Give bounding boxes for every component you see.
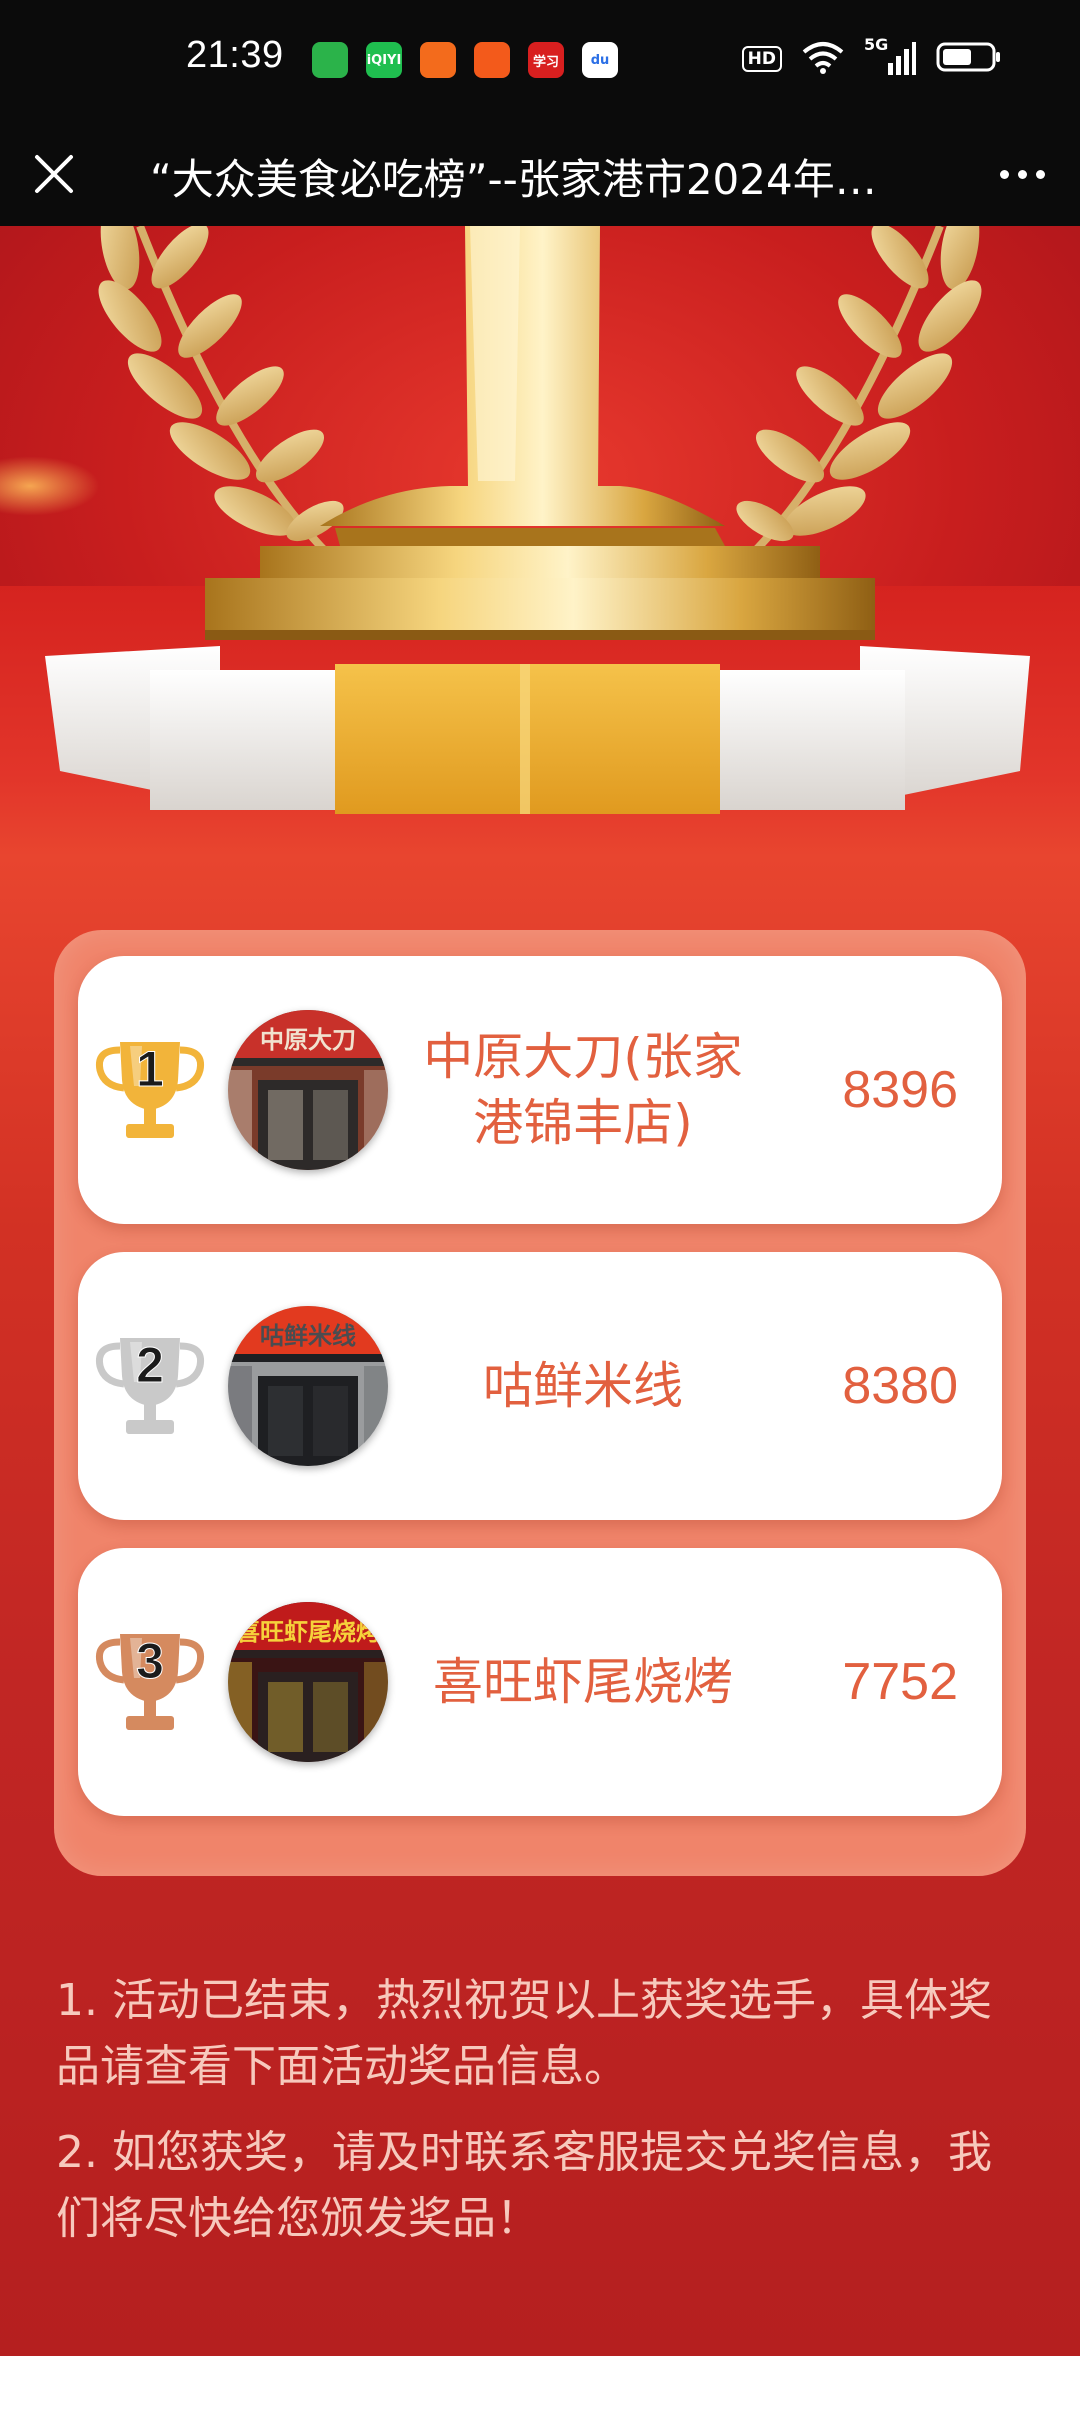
more-dot-icon — [1035, 169, 1045, 179]
store-name: 咕鲜米线 — [483, 1357, 683, 1415]
trophy-cup-icon: 3 — [90, 1628, 210, 1736]
store-sign-text: 中原大刀 — [260, 1026, 356, 1054]
rank-number: 3 — [136, 1633, 165, 1690]
hero-banner — [0, 226, 1080, 856]
baidu-app-icon: du — [582, 42, 618, 78]
store-name: 喜旺虾尾烧烤 — [433, 1653, 733, 1711]
ranking-card[interactable]: 2 咕鲜米线 咕鲜米线 8380 — [78, 1252, 1002, 1520]
note-1: 1. 活动已结束，热烈祝贺以上获奖选手，具体奖品请查看下面活动奖品信息。 — [56, 1975, 992, 2092]
rank-number: 2 — [136, 1337, 165, 1394]
vote-count: 7752 — [842, 1653, 958, 1711]
store-photo: 喜旺虾尾烧烤 — [228, 1602, 388, 1762]
trophy-cup-icon: 1 — [90, 1036, 210, 1144]
note-2: 2. 如您获奖，请及时联系客服提交兑奖信息，我们将尽快给您颁发奖品！ — [56, 2127, 992, 2244]
more-options-button[interactable] — [982, 142, 1062, 206]
ranking-card[interactable]: 1 中原大刀 中原大刀(张家港锦丰店) 8396 — [78, 956, 1002, 1224]
notification-icons: iQIYI 学习 du — [312, 42, 618, 78]
close-button[interactable] — [22, 142, 86, 206]
battery-icon — [936, 41, 1002, 77]
title-bar: “大众美食必吃榜”--张家港市2024年… — [0, 122, 1080, 226]
store-photo: 咕鲜米线 — [228, 1306, 388, 1466]
status-bar: 21:39 iQIYI 学习 du HD 5G — [0, 0, 1080, 122]
ranking-panel: 1 中原大刀 中原大刀(张家港锦丰店) 8396 2 咕鲜米线 咕鲜米线 838… — [54, 930, 1026, 1876]
hd-badge: HD — [741, 46, 782, 72]
status-indicators: HD 5G — [741, 35, 1002, 78]
number-one-trophy-icon — [320, 226, 725, 546]
pedestal-icon — [45, 546, 1030, 814]
xuexi-app-icon: 学习 — [528, 42, 564, 78]
activity-notes: 1. 活动已结束，热烈祝贺以上获奖选手，具体奖品请查看下面活动奖品信息。 2. … — [56, 1968, 1016, 2272]
bottom-strip — [0, 2356, 1080, 2412]
iqiyi-app-icon: iQIYI — [366, 42, 402, 78]
wifi-icon — [802, 40, 844, 78]
cellular-signal-icon: 5G — [864, 35, 916, 77]
right-laurel-icon — [736, 226, 982, 559]
page-title: “大众美食必吃榜”--张家港市2024年… — [150, 155, 877, 204]
ranking-card[interactable]: 3 喜旺虾尾烧烤 喜旺虾尾烧烤 7752 — [78, 1548, 1002, 1816]
store-sign-text: 咕鲜米线 — [260, 1322, 356, 1350]
vote-count: 8380 — [842, 1357, 958, 1415]
more-dot-icon — [999, 169, 1009, 179]
page: 21:39 iQIYI 学习 du HD 5G “大众美食必吃榜”--张家港市2… — [0, 0, 1080, 2412]
status-time: 21:39 — [186, 34, 284, 76]
more-dot-icon — [1017, 169, 1027, 179]
left-laurel-icon — [98, 226, 344, 559]
app-person-icon — [420, 42, 456, 78]
messages-app-icon — [312, 42, 348, 78]
trophy-cup-icon: 2 — [90, 1332, 210, 1440]
store-name: 中原大刀(张家港锦丰店) — [423, 1028, 743, 1152]
trophy-illustration — [45, 226, 1030, 814]
store-photo: 中原大刀 — [228, 1010, 388, 1170]
kuaishou-app-icon — [474, 42, 510, 78]
close-icon — [35, 155, 73, 193]
vote-count: 8396 — [842, 1061, 958, 1119]
store-sign-text: 喜旺虾尾烧烤 — [236, 1618, 380, 1646]
rank-number: 1 — [136, 1041, 165, 1098]
